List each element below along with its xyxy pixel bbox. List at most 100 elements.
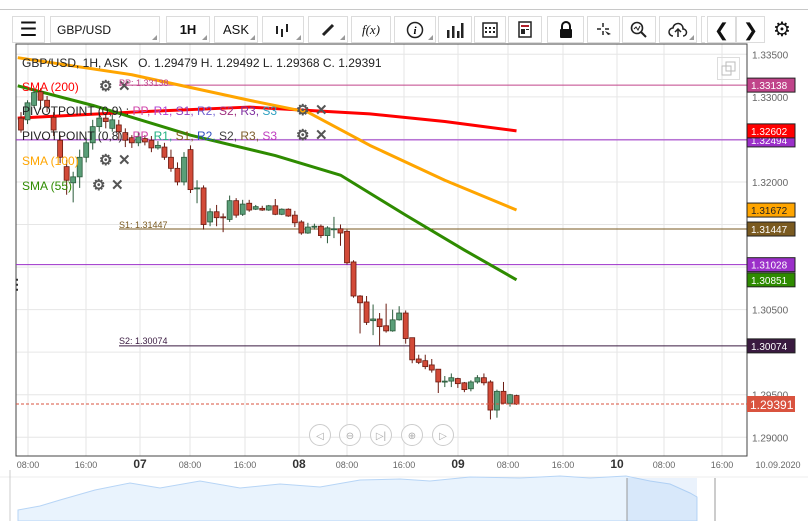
candle-body xyxy=(487,381,494,411)
candle-body xyxy=(415,358,422,363)
candle-body xyxy=(331,228,337,231)
candle-body xyxy=(278,208,285,215)
pivot-component-label: PP, xyxy=(132,104,154,118)
candle-body xyxy=(383,325,390,332)
candle-body xyxy=(285,208,292,217)
candle-body xyxy=(233,200,240,216)
indicator-label: SMA (100) xyxy=(22,154,79,168)
candle xyxy=(350,260,357,298)
candle xyxy=(200,185,207,230)
candle xyxy=(500,381,507,405)
pivot-component-label: S3 xyxy=(262,104,278,118)
x-tick-label: 08 xyxy=(292,457,306,471)
price-tag-label: 1.31447 xyxy=(751,225,788,236)
candle xyxy=(213,204,220,227)
candle-body xyxy=(265,205,272,211)
indicator-legend-item[interactable]: PIVOTPOINT (0,9) : PP, R1, S1, R2, S2, R… xyxy=(22,104,277,118)
popout-button[interactable] xyxy=(717,57,740,80)
indicator-remove-close-icon[interactable]: ✕ xyxy=(315,126,328,144)
candle xyxy=(487,380,494,420)
candle xyxy=(389,309,396,332)
sma-price-tag-label: 1.31672 xyxy=(751,206,788,217)
x-tick-label: 08:00 xyxy=(336,460,359,470)
candle xyxy=(383,303,390,333)
candle xyxy=(207,208,213,227)
candle xyxy=(265,204,272,211)
candle-body xyxy=(298,221,305,234)
candle-body xyxy=(363,301,370,323)
indicator-legend-item[interactable]: PIVOTPOINT (0,8) : PP, R1, S1, R2, S2, R… xyxy=(22,129,277,143)
candle xyxy=(363,296,370,325)
x-tick-label: 16:00 xyxy=(234,460,257,470)
candle-body xyxy=(402,312,409,339)
candle-body xyxy=(324,227,331,236)
candle-body xyxy=(246,202,253,211)
candle xyxy=(239,199,246,216)
candle-body xyxy=(311,225,318,228)
x-tick-label: 08:00 xyxy=(17,460,40,470)
candle-body xyxy=(507,394,513,404)
candle xyxy=(259,205,266,211)
candle-body xyxy=(187,149,194,191)
indicator-remove-close-icon[interactable]: ✕ xyxy=(111,176,124,194)
indicator-settings-gear-icon[interactable]: ⚙ xyxy=(296,101,309,119)
candle-body xyxy=(239,203,246,215)
separator: : xyxy=(122,104,133,118)
indicator-legend-item[interactable]: SMA (100) xyxy=(22,154,79,168)
candle xyxy=(187,145,194,194)
candle-body xyxy=(161,146,168,158)
indicator-settings-gear-icon[interactable]: ⚙ xyxy=(99,77,112,95)
zoom-in-icon: ⊕ xyxy=(408,431,416,442)
indicator-settings-gear-icon[interactable]: ⚙ xyxy=(296,126,309,144)
pivot-component-label: R3, xyxy=(240,104,263,118)
indicator-legend-item[interactable]: SMA (55) xyxy=(22,179,72,193)
indicator-settings-gear-icon[interactable]: ⚙ xyxy=(92,176,105,194)
y-tick-label: 1.33500 xyxy=(752,50,789,61)
y-tick-label: 1.30500 xyxy=(752,306,789,317)
candle-body xyxy=(109,119,116,129)
candle xyxy=(454,377,461,388)
indicator-remove-close-icon[interactable]: ✕ xyxy=(118,151,131,169)
indicator-legend-item[interactable]: SMA (200) xyxy=(22,80,79,94)
price-tag-label: 1.33138 xyxy=(751,81,788,92)
s1-line-label: S1: 1.31447 xyxy=(119,220,168,230)
candle xyxy=(461,381,468,393)
candle-body xyxy=(96,117,103,128)
popout-icon xyxy=(721,61,736,76)
candle xyxy=(435,368,442,394)
candle xyxy=(370,304,376,336)
candle-body xyxy=(174,167,181,183)
candle-body xyxy=(422,360,429,368)
candle xyxy=(168,149,174,172)
indicator-remove-close-icon[interactable]: ✕ xyxy=(315,101,328,119)
panel-resize-handle[interactable]: ⋮ xyxy=(10,276,24,293)
candle-body xyxy=(259,207,266,211)
candle-body xyxy=(454,378,461,385)
candle-body xyxy=(207,211,213,223)
candle-body xyxy=(461,382,468,391)
chart-header: GBP/USD, 1H, ASK O. 1.29479 H. 1.29492 L… xyxy=(22,56,382,70)
candle-body xyxy=(337,228,344,234)
candle xyxy=(474,375,481,384)
candle-body xyxy=(350,261,357,297)
x-tick-label: 09 xyxy=(451,457,465,471)
x-tick-label: 07 xyxy=(133,457,147,471)
candle-body xyxy=(194,187,200,190)
chart-symbol-info: GBP/USD, 1H, ASK xyxy=(22,56,129,70)
candle-body xyxy=(389,319,396,332)
indicator-label: SMA (200) xyxy=(22,80,79,94)
candle-body xyxy=(168,156,174,169)
ohlc-readout: O. 1.29479 H. 1.29492 L. 1.29368 C. 1.29… xyxy=(138,56,382,70)
candle-body xyxy=(494,390,500,411)
indicator-label: PIVOTPOINT (0,9) xyxy=(22,104,123,118)
indicator-settings-gear-icon[interactable]: ⚙ xyxy=(99,151,112,169)
x-tick-label: 08:00 xyxy=(653,460,676,470)
pivot-component-label: R1, xyxy=(153,104,176,118)
x-tick-label: 16:00 xyxy=(75,460,98,470)
candle xyxy=(396,306,403,321)
price-tag-label: 1.31028 xyxy=(751,261,788,272)
candle-body xyxy=(83,142,90,158)
candle xyxy=(318,224,324,239)
pivot-component-label: R2, xyxy=(197,129,220,143)
candle-body xyxy=(376,318,383,328)
